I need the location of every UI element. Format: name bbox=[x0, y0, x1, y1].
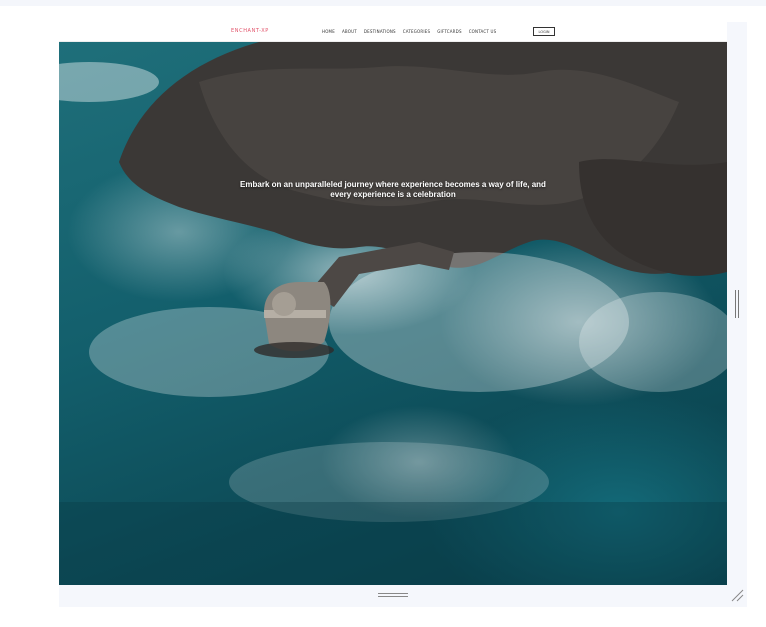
grip-horizontal-icon[interactable] bbox=[378, 592, 408, 598]
nav-links: HOME ABOUT DESTINATIONS CATEGORIES GIFTC… bbox=[322, 29, 496, 34]
nav-link-destinations[interactable]: DESTINATIONS bbox=[364, 29, 396, 34]
nav-link-categories[interactable]: CATEGORIES bbox=[403, 29, 430, 34]
preview-canvas: ENCHANT-XP HOME ABOUT DESTINATIONS CATEG… bbox=[0, 0, 766, 627]
hero-tagline-line1: Embark on an unparalleled journey where … bbox=[240, 180, 546, 189]
site-logo[interactable]: ENCHANT-XP bbox=[231, 28, 269, 34]
hero-tagline: Embark on an unparalleled journey where … bbox=[59, 180, 727, 200]
hero-background-image bbox=[59, 42, 727, 585]
login-button[interactable]: LOGIN bbox=[533, 27, 555, 36]
hero-tagline-line2: every experience is a celebration bbox=[330, 190, 456, 199]
top-toolbar-strip bbox=[0, 0, 766, 6]
nav-link-contact-us[interactable]: CONTACT US bbox=[469, 29, 497, 34]
nav-link-about[interactable]: ABOUT bbox=[342, 29, 357, 34]
grip-vertical-icon[interactable] bbox=[734, 290, 740, 318]
hero-section: Embark on an unparalleled journey where … bbox=[59, 42, 727, 585]
resize-corner-icon[interactable] bbox=[730, 588, 744, 602]
nav-link-giftcards[interactable]: GIFTCARDS bbox=[437, 29, 461, 34]
website-preview: ENCHANT-XP HOME ABOUT DESTINATIONS CATEG… bbox=[59, 22, 727, 585]
nav-link-home[interactable]: HOME bbox=[322, 29, 335, 34]
navbar: ENCHANT-XP HOME ABOUT DESTINATIONS CATEG… bbox=[59, 22, 727, 42]
